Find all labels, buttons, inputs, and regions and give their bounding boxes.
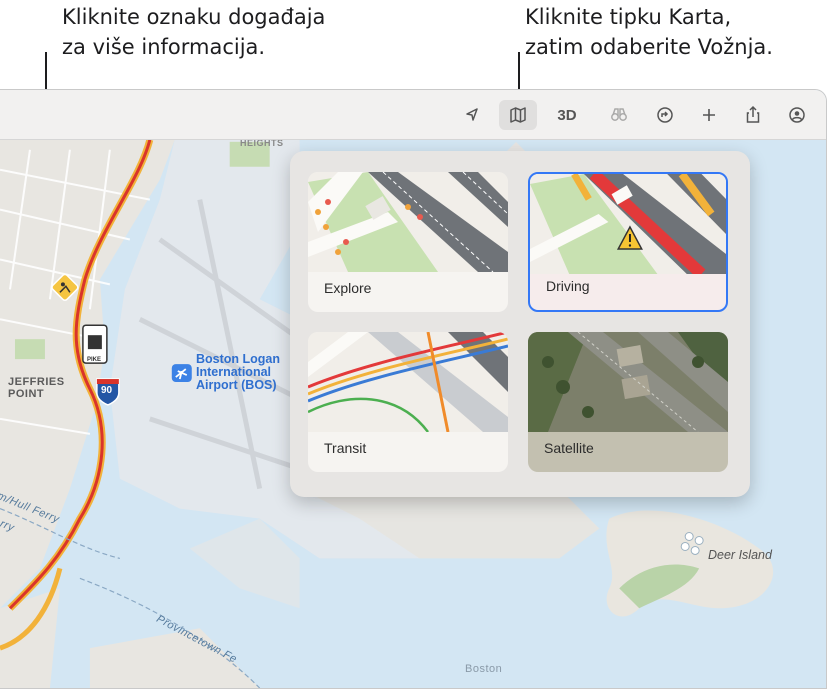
location-button[interactable] [453,100,491,130]
transit-preview-image [308,332,508,432]
toolbar: 3D [0,90,826,140]
directions-icon [657,107,673,123]
callout-event-marker: Kliknite oznaku događaja za više informa… [62,5,326,59]
maps-window: HEIGHTS JEFFRIES POINT Boston Logan Inte… [0,89,827,689]
map-type-explore-label: Explore [324,280,372,296]
directions-button[interactable] [646,100,684,130]
location-arrow-icon [466,108,478,121]
satellite-preview-image [528,332,728,432]
add-icon [703,109,715,121]
share-icon [746,105,760,123]
map-type-satellite-label: Satellite [544,440,594,456]
explore-preview-image [308,172,508,272]
map-type-transit-label: Transit [324,440,367,456]
map-type-satellite[interactable]: Satellite [528,332,728,472]
highway-90-label: 90 [101,385,113,396]
share-button[interactable] [734,100,772,130]
callout-map-button: Kliknite tipku Karta, zatim odaberite Vo… [525,5,773,59]
map-icon [510,107,526,123]
map-type-explore[interactable]: Explore [308,172,508,312]
binoculars-icon [611,108,627,121]
map-type-driving-label: Driving [546,278,590,294]
driving-preview-image [530,174,726,274]
map-type-driving[interactable]: Driving [528,172,728,312]
boston-label: Boston [465,663,503,675]
3d-button[interactable]: 3D [548,100,586,130]
account-icon [789,107,805,123]
account-button[interactable] [778,100,816,130]
deer-island-label: Deer Island [708,548,772,562]
jeffries-point-label: JEFFRIES POINT [8,376,65,400]
add-button[interactable] [690,100,728,130]
airport-label[interactable]: Boston Logan International Airport (BOS) [196,353,280,392]
look-around-button[interactable] [600,100,638,130]
pike-sign-label: PIKE [87,357,102,363]
map-type-popover: Explore Driving Transit Satellite [290,151,750,497]
map-button[interactable] [499,100,537,130]
map-type-transit[interactable]: Transit [308,332,508,472]
